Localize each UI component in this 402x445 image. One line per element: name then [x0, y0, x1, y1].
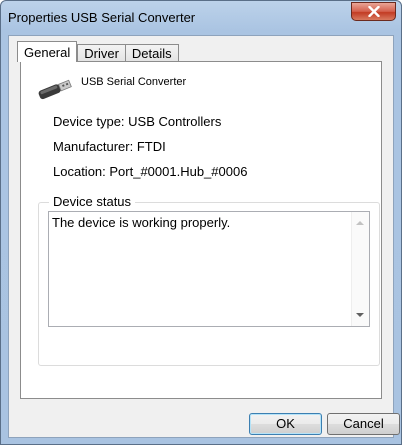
- general-tab-panel: USB Serial Converter Device type: USB Co…: [20, 61, 382, 399]
- ok-button[interactable]: OK: [249, 413, 322, 435]
- tab-driver[interactable]: Driver: [77, 44, 126, 62]
- tab-strip: General Driver Details: [17, 40, 179, 62]
- tab-details[interactable]: Details: [124, 44, 179, 62]
- cancel-button[interactable]: Cancel: [327, 413, 400, 435]
- scroll-up-icon[interactable]: [356, 221, 364, 225]
- usb-device-icon: [38, 79, 72, 100]
- manufacturer-label: Manufacturer: FTDI: [53, 139, 166, 154]
- vertical-scrollbar[interactable]: [351, 212, 369, 326]
- close-icon: [367, 6, 380, 17]
- device-type-label: Device type: USB Controllers: [53, 114, 222, 129]
- device-status-legend: Device status: [49, 194, 136, 209]
- properties-window: Properties USB Serial Converter General …: [0, 0, 402, 445]
- scroll-down-icon[interactable]: [356, 313, 364, 317]
- window-title: Properties USB Serial Converter: [8, 10, 196, 25]
- close-button[interactable]: [351, 2, 396, 21]
- tab-general[interactable]: General: [17, 41, 78, 62]
- device-status-group: Device status The device is working prop…: [38, 194, 380, 366]
- dialog-client-area: General Driver Details USB Serial Conver…: [8, 35, 400, 438]
- device-name: USB Serial Converter: [81, 76, 187, 88]
- device-status-textbox[interactable]: The device is working properly.: [48, 211, 370, 327]
- location-label: Location: Port_#0001.Hub_#0006: [53, 164, 248, 179]
- title-bar[interactable]: Properties USB Serial Converter: [1, 1, 401, 35]
- device-status-text: The device is working properly.: [52, 215, 231, 230]
